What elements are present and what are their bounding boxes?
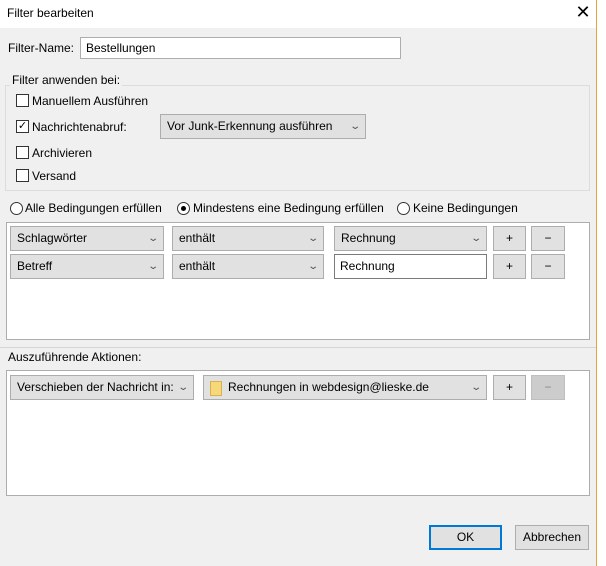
filter-name-label: Filter-Name: [8,41,75,55]
condition-value-input[interactable]: Rechnung [334,254,487,279]
cancel-button[interactable]: Abbrechen [515,525,589,550]
match-any-radio[interactable] [177,202,190,215]
chevron-down-icon: ⌄ [306,261,319,272]
junk-timing-value: Vor Junk-Erkennung ausführen [167,119,333,133]
remove-condition-button[interactable]: − [531,226,565,251]
add-condition-button[interactable]: + [493,226,526,251]
chevron-down-icon: ⌄ [306,233,319,244]
add-action-button[interactable]: + [493,375,526,400]
condition-field-select[interactable]: Schlagwörter ⌄ [10,226,164,251]
condition-value-select[interactable]: Rechnung ⌄ [334,226,487,251]
condition-field-value: Betreff [17,259,53,273]
condition-operator-select[interactable]: enthält ⌄ [172,254,324,279]
add-condition-button[interactable]: + [493,254,526,279]
chevron-down-icon: ⌄ [469,382,482,393]
action-target-value: Rechnungen in webdesign@lieske.de [228,380,429,394]
remove-condition-button[interactable]: − [531,254,565,279]
condition-operator-select[interactable]: enthält ⌄ [172,226,324,251]
archive-checkbox[interactable] [16,146,29,159]
dialog-title: Filter bearbeiten [7,6,94,20]
close-icon[interactable]: ✕ [574,2,592,23]
filter-dialog: Filter bearbeiten ✕ Filter-Name: Bestell… [0,0,597,566]
match-all-label: Alle Bedingungen erfüllen [25,201,162,215]
send-label: Versand [32,169,77,183]
chevron-down-icon: ⌄ [469,233,482,244]
archive-label: Archivieren [32,146,93,160]
title-bar: Filter bearbeiten ✕ [0,0,596,28]
divider [0,347,596,348]
manual-run-checkbox[interactable] [16,94,29,107]
action-target-select[interactable]: Rechnungen in webdesign@lieske.de ⌄ [203,375,487,400]
fetch-label: Nachrichtenabruf: [32,120,127,134]
ok-button[interactable]: OK [429,525,502,550]
action-type-value: Verschieben der Nachricht in: [17,380,174,394]
condition-field-select[interactable]: Betreff ⌄ [10,254,164,279]
fetch-checkbox[interactable]: ✓ [16,120,29,133]
junk-timing-select[interactable]: Vor Junk-Erkennung ausführen ⌄ [160,114,366,139]
match-none-label: Keine Bedingungen [413,201,518,215]
chevron-down-icon: ⌄ [146,261,159,272]
match-any-label: Mindestens eine Bedingung erfüllen [193,201,384,215]
match-all-radio[interactable] [10,202,23,215]
manual-run-label: Manuellem Ausführen [32,94,149,108]
condition-value: Rechnung [341,231,396,245]
actions-label: Auszuführende Aktionen: [8,350,142,364]
filter-name-input[interactable]: Bestellungen [80,37,401,59]
apply-legend: Filter anwenden bei: [10,73,123,87]
condition-field-value: Schlagwörter [17,231,88,245]
remove-action-button[interactable]: − [531,375,565,400]
background-window [598,0,606,566]
folder-icon [210,381,222,396]
match-none-radio[interactable] [397,202,410,215]
chevron-down-icon: ⌄ [348,121,361,132]
chevron-down-icon: ⌄ [176,382,189,393]
condition-operator-value: enthält [179,231,216,245]
chevron-down-icon: ⌄ [146,233,159,244]
action-type-select[interactable]: Verschieben der Nachricht in: ⌄ [10,375,194,400]
condition-operator-value: enthält [179,259,216,273]
send-checkbox[interactable] [16,169,29,182]
